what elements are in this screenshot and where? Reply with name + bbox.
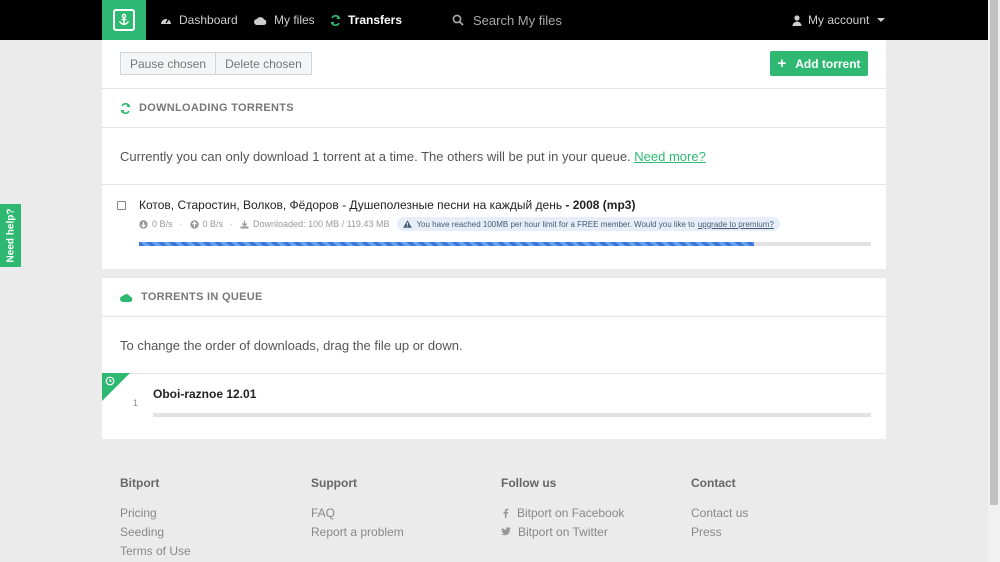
cloud-icon [120,293,133,302]
torrent-name-main: Котов, Старостин, Волков, Фёдоров - Душе… [139,198,563,212]
limit-warning-text: You have reached 100MB per hour limit fo… [416,219,695,229]
search-box[interactable]: Search My files [452,0,562,40]
footer-link-facebook[interactable]: Bitport on Facebook [501,503,624,522]
footer-link-faq[interactable]: FAQ [311,503,404,522]
footer-heading: Follow us [501,476,557,490]
footer-col-contact: Contact Contact us Press [691,476,748,541]
download-speed-value: 0 B/s [152,219,173,229]
footer-heading: Contact [691,476,736,490]
warning-icon [403,220,413,228]
nav-dashboard-label: Dashboard [179,13,238,27]
facebook-link-label: Bitport on Facebook [517,505,625,520]
delete-chosen-button[interactable]: Delete chosen [216,52,312,75]
downloading-title: DOWNLOADING TORRENTS [139,102,294,114]
upgrade-premium-link[interactable]: upgrade to premium? [698,220,774,229]
queue-header: TORRENTS IN QUEUE [102,277,886,317]
footer-link-report-problem[interactable]: Report a problem [311,522,404,541]
bulk-actions: Pause chosen Delete chosen [120,52,312,75]
download-limit-notice: Currently you can only download 1 torren… [120,149,706,164]
account-label: My account [808,13,870,27]
nav-my-files[interactable]: My files [254,0,315,40]
nav-transfers-label: Transfers [348,13,403,27]
torrent-name[interactable]: Котов, Старостин, Волков, Фёдоров - Душе… [139,198,635,212]
arrow-down-circle-icon [139,219,148,229]
footer-link-press[interactable]: Press [691,522,748,541]
separator-dot: · [230,219,234,229]
need-help-tab[interactable]: Need help? [0,204,21,267]
torrent-progress-bar [139,242,871,246]
footer-link-seeding[interactable]: Seeding [120,522,191,541]
queue-title: TORRENTS IN QUEUE [141,291,263,303]
twitter-icon [501,527,511,536]
footer-link-contact-us[interactable]: Contact us [691,503,748,522]
bitport-logo[interactable] [102,0,146,40]
divider [102,373,886,374]
scrollbar-thumb[interactable] [990,0,998,505]
torrent-name-suffix: - 2008 (mp3) [562,198,636,212]
torrent-meta: 0 B/s · 0 B/s · Downloaded: 100 MB / 119… [139,217,780,231]
divider [102,184,886,185]
downloading-panel: DOWNLOADING TORRENTS Currently you can o… [102,88,886,269]
refresh-icon [120,102,131,114]
nav-transfers[interactable]: Transfers [330,0,402,40]
chevron-down-icon [877,18,886,22]
toolbar-panel: Pause chosen Delete chosen + Add torrent [102,40,886,88]
search-icon [452,14,464,26]
footer-col-bitport: Bitport Pricing Seeding Terms of Use [120,476,191,560]
refresh-icon [330,14,341,26]
nav-my-files-label: My files [274,13,315,27]
search-input[interactable]: Search My files [473,13,562,28]
limit-warning: You have reached 100MB per hour limit fo… [397,217,780,231]
upload-speed-value: 0 B/s [202,219,224,229]
footer-link-twitter[interactable]: Bitport on Twitter [501,522,624,541]
download-speed: 0 B/s [139,219,173,229]
upload-speed: 0 B/s [189,219,224,229]
queue-panel: TORRENTS IN QUEUE To change the order of… [102,277,886,439]
twitter-link-label: Bitport on Twitter [518,524,608,539]
plus-icon: + [777,55,787,72]
arrow-up-circle-icon [189,219,199,229]
queue-notice: To change the order of downloads, drag t… [120,338,463,353]
downloaded-value: Downloaded: 100 MB / 119.43 MB [253,219,390,229]
footer-link-terms[interactable]: Terms of Use [120,541,191,560]
queued-progress-bar [153,413,871,417]
torrent-progress-fill [139,242,754,246]
separator-dot: · [179,219,183,229]
torrent-checkbox[interactable] [117,201,126,210]
queue-position: 1 [133,398,139,408]
facebook-icon [503,508,509,518]
clock-icon [105,376,115,386]
download-tray-icon [240,220,249,228]
dashboard-icon [161,18,171,24]
downloaded-amount: Downloaded: 100 MB / 119.43 MB [240,219,389,229]
footer-heading: Bitport [120,476,160,490]
footer-heading: Support [311,476,357,490]
add-torrent-label: Add torrent [795,56,861,71]
account-menu[interactable]: My account [792,0,886,40]
nav-dashboard[interactable]: Dashboard [160,0,238,40]
footer-col-support: Support FAQ Report a problem [311,476,404,541]
footer-link-pricing[interactable]: Pricing [120,503,191,522]
footer-col-follow: Follow us Bitport on Facebook Bitport on… [501,476,624,541]
anchor-icon [113,9,135,31]
top-navbar: Dashboard My files Transfers Search My f… [0,0,988,40]
user-icon [792,14,802,26]
downloading-header: DOWNLOADING TORRENTS [102,88,886,128]
queued-torrent-name[interactable]: Oboi-raznoe 12.01 [153,387,256,401]
need-more-link[interactable]: Need more? [634,149,706,164]
download-limit-text: Currently you can only download 1 torren… [120,149,631,164]
cloud-icon [254,16,267,25]
pause-chosen-button[interactable]: Pause chosen [120,52,217,75]
add-torrent-button[interactable]: + Add torrent [770,51,868,76]
need-help-label: Need help? [5,208,16,263]
